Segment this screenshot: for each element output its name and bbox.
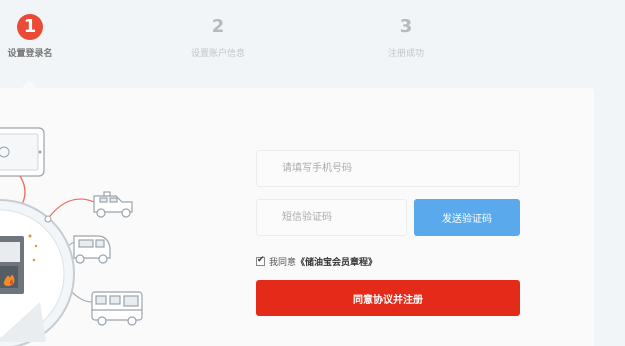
phone-input[interactable] bbox=[256, 150, 520, 187]
step-3: 3 注册成功 bbox=[380, 14, 432, 59]
vehicles-illustration bbox=[0, 127, 143, 346]
sms-code-input[interactable] bbox=[256, 199, 407, 236]
sms-code-row: 发送验证码 bbox=[256, 199, 520, 236]
agree-checkbox[interactable]: ✔ bbox=[256, 255, 265, 266]
step-2: 2 设置账户信息 bbox=[182, 14, 254, 59]
step-2-label: 设置账户信息 bbox=[190, 49, 245, 59]
agreement-row: ✔ 我同意 《储油宝会员章程》 bbox=[256, 255, 377, 268]
membership-terms-link[interactable]: 《储油宝会员章程》 bbox=[296, 255, 377, 268]
send-code-button[interactable]: 发送验证码 bbox=[414, 199, 520, 236]
step-1-number: 1 bbox=[17, 14, 43, 40]
step-2-number: 2 bbox=[211, 16, 225, 37]
step-1: 1 设置登录名 bbox=[2, 14, 58, 59]
active-step-pointer bbox=[22, 80, 36, 88]
step-3-label: 注册成功 bbox=[387, 49, 424, 59]
step-indicator: 1 设置登录名 2 设置账户信息 3 注册成功 bbox=[0, 0, 625, 80]
step-3-number: 3 bbox=[399, 16, 413, 37]
check-mark-icon: ✔ bbox=[257, 255, 265, 265]
step-1-label: 设置登录名 bbox=[7, 49, 53, 59]
agree-and-register-button[interactable]: 同意协议并注册 bbox=[256, 280, 520, 316]
agree-text: 我同意 bbox=[269, 258, 297, 268]
